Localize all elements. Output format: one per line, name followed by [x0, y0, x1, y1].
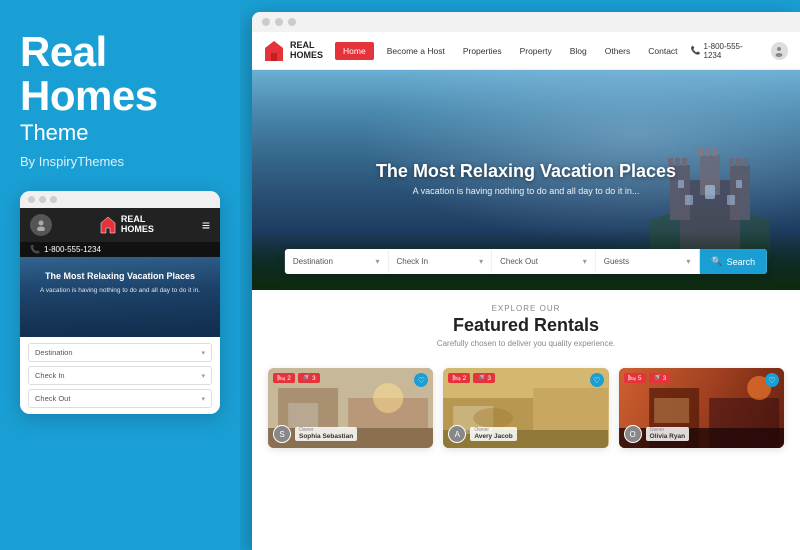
destination-label: Destination [293, 257, 333, 266]
browser-dot-3 [288, 18, 296, 26]
nav-item-property[interactable]: Property [515, 46, 557, 56]
card-2-owner-info: Owner Avery Jacob [470, 427, 516, 442]
mobile-browser-dots [20, 191, 220, 208]
card-3-owner-name: Olivia Ryan [650, 433, 685, 441]
card-image-1: 🛏 2 🚿 3 ♡ S Owner Sophia Sebastian [268, 368, 433, 448]
hero-content: The Most Relaxing Vacation Places A vaca… [252, 161, 800, 196]
mobile-hero-title: The Most Relaxing Vacation Places [30, 271, 210, 283]
nav-item-others[interactable]: Others [600, 46, 636, 56]
card-image-2: 🛏 2 🚿 3 ♡ A Owner Avery Jacob [443, 368, 608, 448]
right-preview: REAL HOMES Home Become a Host Properties… [240, 0, 800, 550]
card-2-owner: A Owner Avery Jacob [448, 425, 516, 443]
mobile-destination-field[interactable]: Destination [28, 343, 212, 362]
featured-section: Explore Our Featured Rentals Carefully c… [252, 290, 800, 358]
search-icon: 🔍 [711, 256, 722, 267]
nav-phone: 📞 1-800-555-1234 [691, 42, 759, 60]
featured-description: Carefully chosen to deliver you quality … [268, 339, 784, 348]
search-checkout[interactable]: Check Out [492, 250, 596, 273]
browser-dot-2 [275, 18, 283, 26]
logo-line2: HOMES [290, 51, 323, 61]
theme-subtitle: Theme [20, 120, 220, 146]
mobile-phone-bar: 📞 1-800-555-1234 [20, 242, 220, 257]
large-nav: REAL HOMES Home Become a Host Properties… [252, 32, 800, 70]
card-1-badges: 🛏 2 🚿 3 [273, 373, 320, 383]
nav-item-become-host[interactable]: Become a Host [382, 46, 450, 56]
card-2-badge-baths: 🚿 3 [473, 373, 495, 383]
hero-subtitle: A vacation is having nothing to do and a… [252, 186, 800, 196]
property-card-2[interactable]: 🛏 2 🚿 3 ♡ A Owner Avery Jacob [443, 368, 608, 448]
explore-label: Explore Our [268, 304, 784, 313]
search-checkin[interactable]: Check In [389, 250, 493, 273]
card-1-owner: S Owner Sophia Sebastian [273, 425, 357, 443]
large-hero: The Most Relaxing Vacation Places A vaca… [252, 70, 800, 290]
mobile-preview: REALHOMES ≡ 📞 1-800-555-1234 The Most Re… [20, 191, 220, 414]
browser-dot-1 [262, 18, 270, 26]
mobile-logo: REALHOMES [100, 215, 154, 235]
card-image-3: 🛏 5 🚿 3 ♡ O Owner Olivia Ryan [619, 368, 784, 448]
card-1-owner-name: Sophia Sebastian [299, 433, 353, 441]
card-1-owner-info: Owner Sophia Sebastian [295, 427, 357, 442]
search-button[interactable]: 🔍 Search [699, 249, 767, 274]
mobile-checkin-field[interactable]: Check In [28, 366, 212, 385]
card-2-fav-icon[interactable]: ♡ [590, 373, 604, 387]
property-card-1[interactable]: 🛏 2 🚿 3 ♡ S Owner Sophia Sebastian [268, 368, 433, 448]
theme-by: By InspiryThemes [20, 154, 220, 169]
card-1-badge-beds: 🛏 2 [273, 373, 295, 383]
checkin-label: Check In [397, 257, 429, 266]
nav-phone-number: 1-800-555-1234 [704, 42, 759, 60]
card-3-owner-info: Owner Olivia Ryan [646, 427, 689, 442]
search-button-label: Search [727, 257, 756, 267]
dot-3 [50, 196, 57, 203]
card-3-badge-baths: 🚿 3 [649, 373, 671, 383]
nav-item-contact[interactable]: Contact [643, 46, 682, 56]
card-1-badge-baths: 🚿 3 [298, 373, 320, 383]
logo-house-icon [264, 40, 284, 62]
logo-text: REAL HOMES [290, 41, 323, 61]
nav-user-icon[interactable] [771, 42, 789, 60]
mobile-nav: REALHOMES ≡ [20, 208, 220, 242]
large-browser-bar [252, 12, 800, 32]
mobile-search-form: Destination Check In Check Out [20, 337, 220, 414]
guests-label: Guests [604, 257, 629, 266]
theme-title: Real Homes Theme By InspiryThemes [20, 30, 220, 169]
card-2-owner-avatar: A [448, 425, 466, 443]
left-panel: Real Homes Theme By InspiryThemes REA [0, 0, 240, 550]
nav-item-home[interactable]: Home [335, 42, 374, 60]
search-guests[interactable]: Guests [596, 250, 700, 273]
card-3-badges: 🛏 5 🚿 3 [624, 373, 671, 383]
featured-title: Featured Rentals [268, 315, 784, 336]
mobile-logo-text: REALHOMES [121, 215, 154, 235]
mobile-checkout-field[interactable]: Check Out [28, 389, 212, 408]
phone-icon: 📞 [30, 245, 40, 254]
mobile-hero: The Most Relaxing Vacation Places A vaca… [20, 257, 220, 337]
nav-item-properties[interactable]: Properties [458, 46, 507, 56]
card-2-owner-name: Avery Jacob [474, 433, 512, 441]
card-1-owner-avatar: S [273, 425, 291, 443]
checkout-label: Check Out [500, 257, 538, 266]
search-destination[interactable]: Destination [285, 250, 389, 273]
mobile-hero-subtitle: A vacation is having nothing to do and a… [30, 287, 210, 295]
mobile-logo-icon [100, 216, 116, 234]
card-2-badges: 🛏 2 🚿 3 [448, 373, 495, 383]
dot-2 [39, 196, 46, 203]
card-2-badge-beds: 🛏 2 [448, 373, 470, 383]
large-browser: REAL HOMES Home Become a Host Properties… [252, 12, 800, 550]
hero-title: The Most Relaxing Vacation Places [252, 161, 800, 182]
nav-item-blog[interactable]: Blog [565, 46, 592, 56]
title-line2: Homes [20, 72, 158, 119]
mobile-avatar-icon [30, 214, 52, 236]
mobile-hamburger-icon[interactable]: ≡ [202, 217, 210, 233]
cards-row: 🛏 2 🚿 3 ♡ S Owner Sophia Sebastian [252, 358, 800, 448]
card-3-owner-avatar: O [624, 425, 642, 443]
phone-icon-nav: 📞 [691, 46, 701, 55]
property-card-3[interactable]: 🛏 5 🚿 3 ♡ O Owner Olivia Ryan [619, 368, 784, 448]
card-3-badge-beds: 🛏 5 [624, 373, 646, 383]
title-line1: Real [20, 28, 107, 75]
search-bar: Destination Check In Check Out Guests 🔍 … [285, 249, 767, 274]
logo-block: REAL HOMES [264, 40, 323, 62]
card-3-owner: O Owner Olivia Ryan [624, 425, 689, 443]
mobile-phone: 1-800-555-1234 [44, 245, 101, 254]
card-3-fav-icon[interactable]: ♡ [765, 373, 779, 387]
dot-1 [28, 196, 35, 203]
